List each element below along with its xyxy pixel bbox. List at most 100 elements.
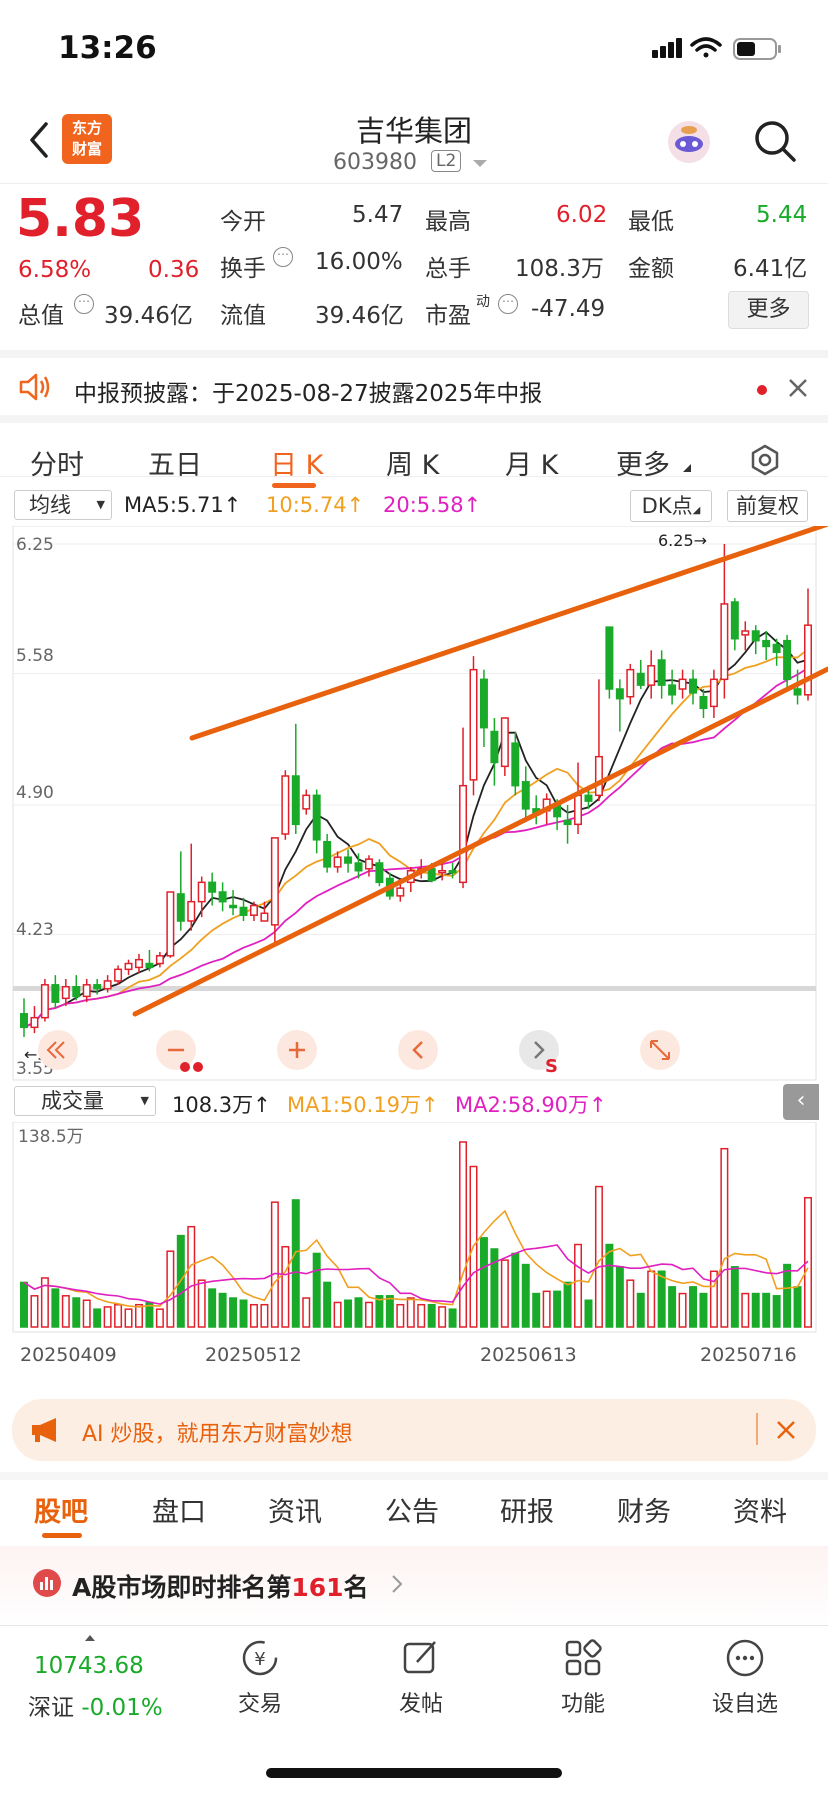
candle-body [500, 717, 509, 768]
tab-announcements[interactable]: 公告 [385, 1490, 439, 1529]
tab-monthly-k[interactable]: 月 K [505, 443, 558, 482]
candle-body [793, 688, 802, 696]
ad-banner[interactable]: AI 炒股，就用东方财富妙想 [12, 1399, 816, 1461]
tab-research[interactable]: 研报 [500, 1490, 554, 1529]
dk-point-button[interactable]: DK点◢ [630, 490, 712, 522]
dropdown-icon: ▼ [96, 498, 105, 511]
index-value: 10743.68 [34, 1653, 144, 1679]
candle-body [459, 784, 468, 884]
candle-body [134, 958, 143, 969]
battery-icon [733, 38, 781, 60]
candle-body [668, 684, 677, 696]
tab-daily-k[interactable]: 日 K [270, 443, 323, 482]
date-axis: 20250409 20250512 20250613 20250716 [0, 1344, 828, 1374]
rank-text: A股市场即时排名第161名 [72, 1573, 369, 1602]
index-name[interactable]: 深证 -0.01% [28, 1688, 163, 1722]
candle-body [103, 980, 112, 990]
change-value: 0.36 [148, 257, 200, 283]
kline-chart[interactable]: 6.25 5.58 4.90 4.23 3.55 6.25→ ←3.55 S [0, 526, 828, 1086]
tab-pankou[interactable]: 盘口 [152, 1490, 206, 1529]
dropdown-icon[interactable] [472, 159, 488, 169]
divider [756, 1413, 758, 1445]
ma-selector[interactable]: 均线 ▼ [14, 490, 112, 520]
candle-body [636, 672, 645, 686]
close-icon[interactable] [788, 378, 808, 398]
candle-body [187, 900, 196, 922]
volume-bar [772, 1295, 781, 1328]
prev-icon [398, 1030, 438, 1070]
candle-body [448, 869, 457, 874]
candle-body [166, 891, 175, 957]
status-bar: 13:26 [0, 0, 828, 100]
volume-bar [751, 1292, 760, 1328]
close-icon[interactable] [776, 1420, 796, 1440]
volume-bar [521, 1263, 530, 1328]
volume-bar [260, 1303, 269, 1328]
candle-body [678, 678, 687, 690]
info-icon[interactable]: ⋯ [498, 294, 518, 314]
amount-value: 6.41亿 [733, 256, 808, 282]
volume-bar [72, 1297, 81, 1328]
volume-bar [542, 1290, 551, 1328]
indicator-selector[interactable]: 成交量 ▼ [14, 1086, 156, 1116]
candle-body [30, 1016, 39, 1029]
volume-bar [155, 1308, 164, 1328]
y-label: 4.90 [16, 783, 54, 803]
nav-trade[interactable]: ¥ 交易 [228, 1636, 292, 1718]
ma10-value: 10:5.74↑ [266, 493, 365, 517]
info-icon[interactable]: ⋯ [74, 294, 94, 314]
volume-bar [406, 1297, 415, 1328]
info-icon[interactable]: ⋯ [273, 247, 293, 267]
expand-icon[interactable] [84, 1634, 96, 1642]
volume-bar [134, 1303, 143, 1328]
open-value: 5.47 [352, 202, 404, 228]
candle-body [741, 630, 750, 636]
date-label: 20250613 [480, 1344, 577, 1366]
candle-body [239, 906, 248, 916]
adjust-button[interactable]: 前复权 [727, 490, 808, 522]
search-icon[interactable] [752, 118, 798, 164]
collapse-panel-icon[interactable]: ‹ [783, 1084, 819, 1120]
tab-5day[interactable]: 五日 [148, 443, 202, 482]
more-button[interactable]: 更多 [728, 291, 809, 329]
volume-bar [124, 1308, 133, 1328]
tab-news[interactable]: 资讯 [268, 1490, 322, 1529]
candle-body [427, 868, 436, 882]
tab-guba[interactable]: 股吧 [34, 1490, 88, 1529]
candle-body [730, 601, 739, 640]
tab-profile[interactable]: 资料 [733, 1490, 787, 1529]
tab-more[interactable]: 更多 [616, 443, 670, 482]
nav-functions[interactable]: 功能 [551, 1636, 615, 1718]
rank-banner[interactable]: A股市场即时排名第161名 [0, 1546, 828, 1626]
candle-body [699, 695, 708, 710]
quote-panel: 5.83 6.58% 0.36 今开 5.47 最高 6.02 最低 5.44 … [0, 185, 828, 345]
period-tabs: 分时 五日 日 K 周 K 月 K 更多 [0, 415, 828, 488]
y-label: 5.58 [16, 646, 54, 666]
tab-weekly-k[interactable]: 周 K [386, 443, 439, 482]
volume-bar [793, 1286, 802, 1328]
candle-body [615, 688, 624, 700]
vol-ma1-value: MA1:50.19万↑ [287, 1093, 439, 1117]
vol-y-label: 138.5万 [18, 1127, 84, 1147]
signal-icon [652, 38, 682, 58]
volume-bar [166, 1250, 175, 1328]
svg-text:S: S [545, 1056, 558, 1077]
volume-chart[interactable]: 138.5万 [0, 1122, 828, 1342]
candle-body [124, 962, 133, 971]
assistant-avatar-icon[interactable] [665, 118, 713, 166]
volume-bar [762, 1292, 771, 1328]
nav-add-watchlist[interactable]: 设自选 [705, 1636, 785, 1718]
chevron-right-icon [392, 1575, 403, 1593]
tab-intraday[interactable]: 分时 [30, 443, 84, 482]
ma20-value: 20:5.58↑ [383, 493, 482, 517]
corner-arrow-icon [683, 464, 691, 472]
notice-bar[interactable]: 中报预披露：于2025-08-27披露2025年中报 [0, 350, 828, 410]
volume-bar [511, 1252, 520, 1328]
volume-bar [249, 1303, 258, 1328]
tab-finance[interactable]: 财务 [617, 1490, 671, 1529]
settings-icon[interactable] [748, 443, 782, 477]
volume-bar [103, 1306, 112, 1328]
candle-body [197, 881, 206, 903]
candle-body [709, 678, 718, 708]
nav-post[interactable]: 发帖 [389, 1636, 453, 1718]
